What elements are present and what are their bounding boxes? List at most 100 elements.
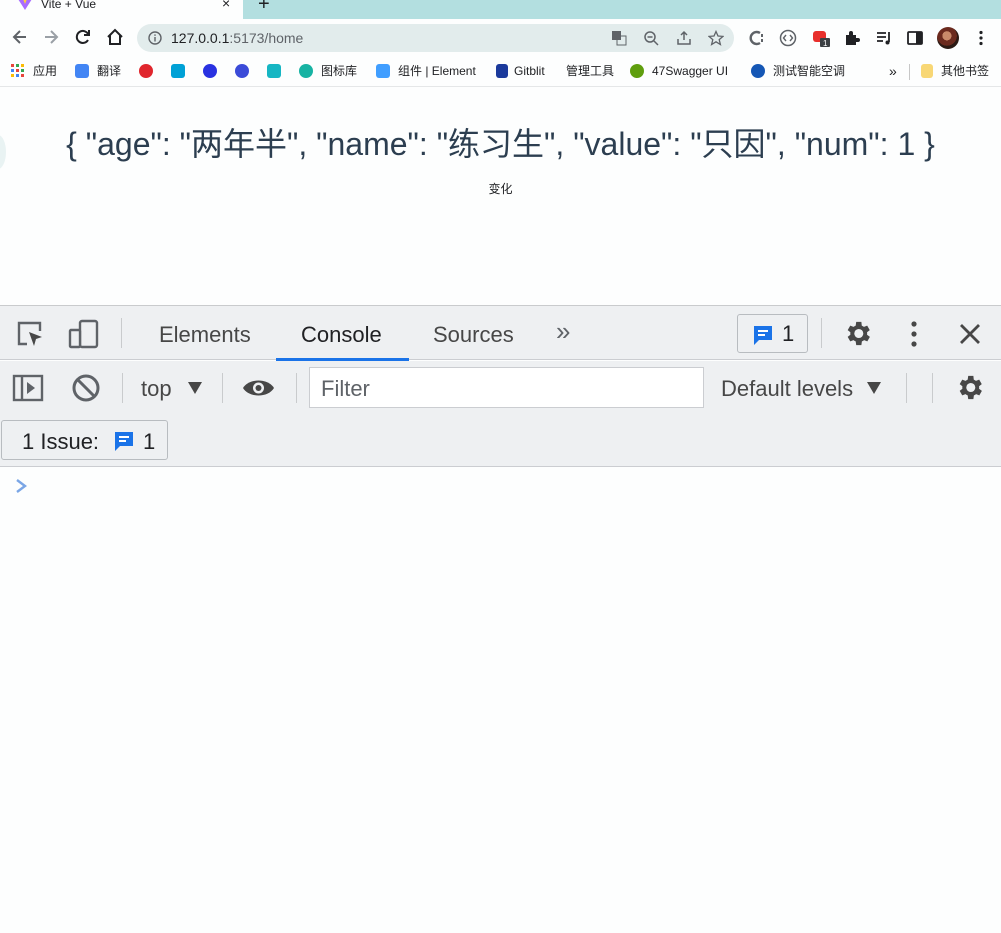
bookmark-search[interactable] (235, 63, 257, 79)
log-levels-dropdown[interactable]: Default levels (721, 376, 882, 402)
settings-gear-icon[interactable] (842, 318, 873, 349)
bookmark-aircon[interactable]: 测试智能空调 (751, 63, 845, 79)
tab-sources[interactable]: Sources (433, 322, 514, 348)
share-icon[interactable] (676, 30, 692, 46)
close-devtools-icon[interactable] (959, 323, 981, 345)
url-path: :5173/home (229, 30, 304, 46)
issues-count: 1 (782, 321, 795, 346)
forward-icon[interactable] (41, 27, 61, 47)
other-bookmarks-folder[interactable]: 其他书签 (921, 63, 989, 79)
folder-icon (921, 64, 933, 78)
live-expression-eye-icon[interactable] (242, 377, 275, 399)
bookmark-iconfont[interactable]: 图标库 (299, 63, 357, 79)
json-output: { "age": "两年半", "name": "练习生", "value": … (66, 126, 935, 162)
bookmarks-overflow-button[interactable]: » (889, 63, 897, 79)
context-selector[interactable]: top (141, 376, 202, 402)
address-bar[interactable]: 127.0.0.1:5173/home (137, 24, 734, 52)
site-info-icon[interactable] (148, 31, 162, 45)
extension-code-icon[interactable] (779, 29, 797, 47)
bookmark-translate[interactable]: 翻译 (75, 63, 121, 79)
translate-icon (75, 64, 89, 78)
toolbar-divider (821, 318, 822, 348)
url-text[interactable]: 127.0.0.1:5173/home (171, 31, 303, 45)
change-button[interactable]: 变化 (0, 180, 1001, 197)
bookmark-baidu[interactable] (203, 63, 225, 79)
search-q-icon (235, 64, 249, 78)
console-settings-gear-icon[interactable] (954, 372, 985, 403)
bookmark-label: Gitblit (514, 64, 545, 78)
levels-value: Default levels (721, 376, 854, 401)
clear-console-icon[interactable] (71, 373, 101, 403)
toolbar-divider (932, 373, 933, 403)
extension-c-icon[interactable] (748, 29, 766, 47)
media-list-icon[interactable] (875, 29, 893, 47)
vite-logo-icon (18, 0, 32, 10)
menu-kebab-icon[interactable] (972, 29, 990, 47)
browser-tab[interactable]: Vite + Vue × (0, 0, 243, 19)
bookmark-admin-tools[interactable]: 管理工具 (566, 63, 614, 79)
back-icon[interactable] (10, 27, 30, 47)
context-value: top (141, 376, 172, 401)
home-icon[interactable] (105, 27, 125, 47)
page-viewport: { "age": "两年半", "name": "练习生", "value": … (0, 86, 1001, 305)
translate-page-icon[interactable] (611, 30, 627, 46)
bookmark-g[interactable] (139, 63, 161, 79)
console-prompt-chevron-icon[interactable] (14, 477, 28, 495)
issues-label: 1 Issue: (22, 429, 100, 454)
bookmark-label: 管理工具 (566, 64, 615, 78)
side-panel-icon[interactable] (906, 29, 924, 47)
bookmark-swagger[interactable]: 47Swagger UI (630, 63, 728, 79)
more-tabs-button[interactable]: » (556, 318, 570, 344)
zoom-icon[interactable] (643, 30, 659, 46)
issues-chip-count: 1 (143, 429, 156, 454)
bookmark-label: 翻译 (97, 64, 122, 78)
bookmark-hex[interactable] (267, 63, 289, 79)
bookmark-bilibili[interactable] (171, 63, 193, 79)
bilibili-icon (171, 64, 185, 78)
sidebar-toggle-icon[interactable] (12, 374, 44, 402)
bookmark-apps[interactable]: 应用 (11, 63, 57, 79)
extension-badge-icon[interactable]: 1 (812, 29, 830, 47)
tab-console[interactable]: Console (301, 322, 382, 348)
device-toolbar-icon[interactable] (68, 319, 100, 349)
filter-input[interactable]: Filter (309, 367, 704, 408)
bookmarks-divider (909, 64, 910, 80)
toolbar-divider (222, 373, 223, 403)
reload-icon[interactable] (73, 27, 93, 47)
element-icon (376, 64, 390, 78)
toolbar-divider (906, 373, 907, 403)
browser-toolbar: 127.0.0.1:5173/home 1 (0, 19, 1001, 57)
bookmark-label: 47Swagger UI (652, 64, 729, 78)
issues-bar: 1 Issue: 1 (0, 415, 1001, 467)
leaf-icon (751, 64, 765, 78)
toolbar-divider (122, 373, 123, 403)
svg-text:1: 1 (823, 39, 828, 47)
new-tab-button[interactable]: + (258, 0, 270, 14)
issues-counter-button[interactable]: 1 (737, 314, 808, 353)
bookmarks-bar: 应用 翻译 图标库 组件 | Element Gitblit 管理工具 47Sw… (0, 57, 1001, 85)
bookmark-gitblit[interactable]: Gitblit (496, 63, 545, 79)
tab-title: Vite + Vue (41, 0, 97, 11)
filter-placeholder: Filter (321, 376, 370, 401)
toolbar-divider (296, 373, 297, 403)
baidu-paw-icon (203, 64, 217, 78)
profile-avatar[interactable] (937, 27, 959, 49)
console-output[interactable] (0, 468, 1001, 933)
tab-elements[interactable]: Elements (159, 322, 251, 348)
console-toolbar: top Filter Default levels (0, 361, 1001, 415)
apps-grid-icon (11, 64, 24, 77)
tab-close-button[interactable]: × (222, 0, 230, 10)
toolbar-divider (121, 318, 122, 348)
swagger-icon (630, 64, 644, 78)
issues-chip-button[interactable]: 1 Issue: 1 (1, 420, 168, 460)
bookmark-star-icon[interactable] (708, 30, 724, 46)
message-icon (115, 432, 133, 451)
chevron-down-icon (187, 382, 202, 394)
inspect-element-icon[interactable] (15, 319, 45, 349)
message-icon (754, 326, 772, 345)
bookmark-element[interactable]: 组件 | Element (376, 63, 476, 79)
more-options-kebab-icon[interactable] (906, 320, 922, 348)
extensions-puzzle-icon[interactable] (843, 29, 861, 47)
bookmark-label: 图标库 (321, 64, 358, 78)
devtools-panel: Elements Console Sources » 1 top Filter … (0, 305, 1001, 933)
